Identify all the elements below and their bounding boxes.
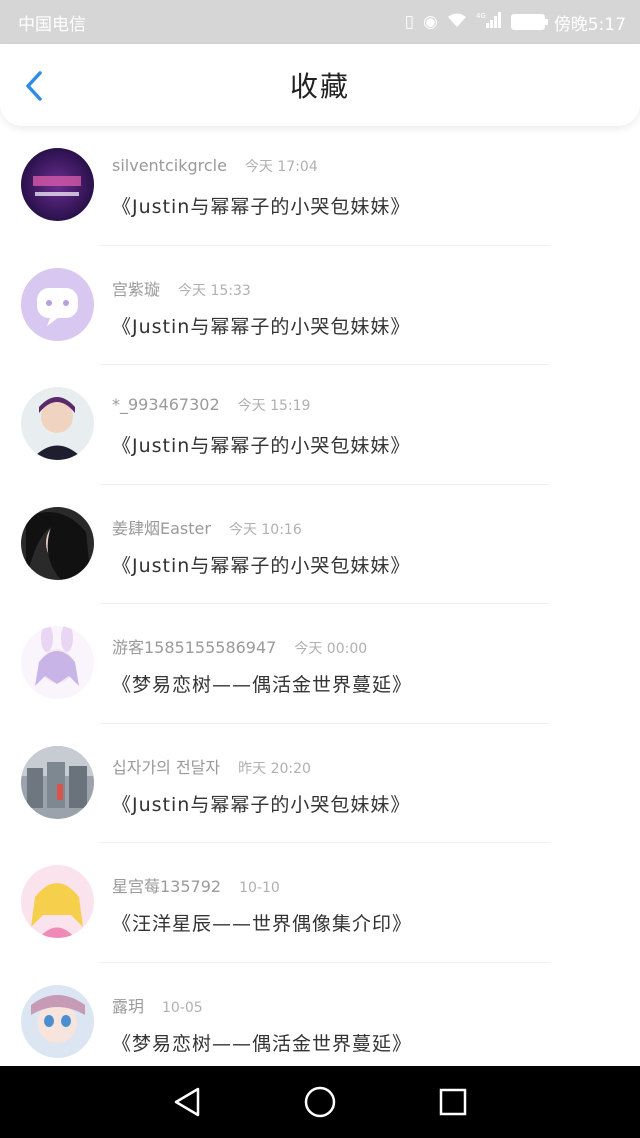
book-title: 《梦易恋树——偶活金世界蔓延》 — [112, 1032, 413, 1055]
book-title: 《Justin与幂幂子的小哭包妹妹》 — [112, 554, 411, 577]
back-nav-button[interactable] — [167, 1082, 207, 1122]
back-button[interactable] — [18, 70, 50, 102]
book-title: 《Justin与幂幂子的小哭包妹妹》 — [112, 315, 411, 338]
recents-nav-button[interactable] — [433, 1082, 473, 1122]
user-name: 십자가의 전달자 — [112, 757, 221, 777]
list-item[interactable]: 游客1585155586947 今天 00:00 《梦易恋树——偶活金世界蔓延》 — [0, 604, 640, 724]
top-nav-bar: 收藏 — [0, 44, 640, 126]
timestamp: 今天 15:19 — [237, 398, 311, 414]
avatar[interactable] — [21, 626, 94, 699]
avatar[interactable] — [21, 267, 94, 341]
list-item[interactable]: 宫紫璇 今天 15:33 《Justin与幂幂子的小哭包妹妹》 — [0, 246, 640, 365]
page-title: 收藏 — [289, 70, 350, 103]
wifi-icon — [447, 12, 467, 33]
avatar[interactable] — [21, 387, 94, 460]
network-type-label: 4G — [476, 12, 486, 20]
avatar[interactable] — [21, 506, 94, 580]
user-name: silventcikgrcle — [112, 156, 227, 175]
user-name: 星宫莓135792 — [112, 877, 222, 896]
system-nav-bar — [0, 1066, 640, 1138]
list-item[interactable]: 星宫莓135792 10-10 《汪洋星辰——世界偶像集介印》 — [0, 843, 640, 963]
status-bar: 中国电信 ▯ ◉ 4G 傍晚5:17 — [0, 0, 640, 44]
timestamp: 昨天 20:20 — [238, 760, 311, 777]
book-title: 《Justin与幂幂子的小哭包妹妹》 — [112, 196, 411, 218]
battery-icon — [510, 14, 548, 30]
user-name: 宫紫璇 — [112, 279, 161, 299]
list-item[interactable]: silventcikgrcle 今天 17:04 《Justin与幂幂子的小哭包… — [0, 126, 640, 246]
home-nav-button[interactable] — [300, 1082, 340, 1122]
list-item[interactable]: 姜肆烟Easter 今天 10:16 《Justin与幂幂子的小哭包妹妹》 — [0, 485, 640, 604]
timestamp: 10-10 — [239, 880, 280, 896]
avatar[interactable] — [21, 984, 94, 1058]
clock-label: 傍晚5:17 — [553, 14, 626, 35]
avatar[interactable] — [21, 745, 94, 819]
chevron-left-icon — [26, 71, 42, 101]
signal-icon: 4G — [476, 11, 502, 34]
user-name: *_993467302 — [112, 395, 220, 414]
timestamp: 10-05 — [162, 999, 203, 1016]
user-name: 姜肆烟Easter — [112, 518, 211, 538]
user-name: 游客1585155586947 — [112, 638, 277, 657]
timestamp: 今天 00:00 — [294, 641, 368, 657]
carrier-label: 中国电信 — [18, 14, 86, 35]
timestamp: 今天 10:16 — [228, 521, 302, 538]
avatar[interactable] — [21, 865, 94, 938]
book-title: 《梦易恋树——偶活金世界蔓延》 — [112, 674, 413, 696]
circle-home-icon — [304, 1086, 336, 1118]
book-title: 《汪洋星辰——世界偶像集介印》 — [112, 913, 413, 935]
eye-comfort-icon: ◉ — [422, 12, 438, 32]
timestamp: 今天 17:04 — [244, 159, 318, 175]
book-title: 《Justin与幂幂子的小哭包妹妹》 — [112, 793, 411, 816]
square-recents-icon — [440, 1088, 467, 1116]
list-item[interactable]: 십자가의 전달자 昨天 20:20 《Justin与幂幂子的小哭包妹妹》 — [0, 724, 640, 843]
user-name: 露玥 — [112, 996, 145, 1016]
triangle-back-icon — [174, 1087, 199, 1117]
avatar[interactable] — [21, 148, 94, 221]
book-title: 《Justin与幂幂子的小哭包妹妹》 — [112, 435, 411, 457]
favorites-list: silventcikgrcle 今天 17:04 《Justin与幂幂子的小哭包… — [0, 126, 640, 1066]
timestamp: 今天 15:33 — [178, 282, 251, 299]
vibrate-icon: ▯ — [404, 12, 414, 32]
list-item[interactable]: *_993467302 今天 15:19 《Justin与幂幂子的小哭包妹妹》 — [0, 365, 640, 485]
status-icons: ▯ ◉ 4G 傍晚5:17 — [405, 10, 626, 35]
list-item[interactable]: 露玥 10-05 《梦易恋树——偶活金世界蔓延》 — [0, 963, 640, 1067]
